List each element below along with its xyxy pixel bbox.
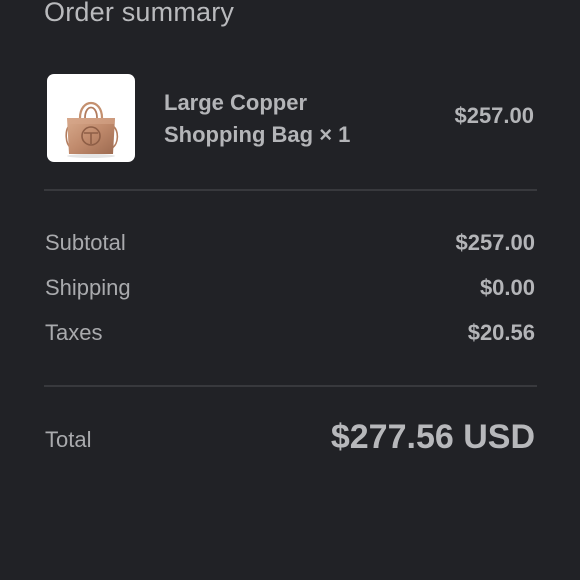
divider — [44, 385, 537, 387]
shipping-row: Shipping $0.00 — [44, 275, 536, 305]
taxes-row: Taxes $20.56 — [44, 320, 536, 350]
divider — [44, 189, 537, 191]
item-name: Large Copper Shopping Bag × 1 — [164, 90, 351, 147]
taxes-label: Taxes — [45, 320, 103, 345]
total-label: Total — [45, 427, 92, 452]
item-price: $257.00 — [454, 103, 534, 128]
total-row: Total $277.56 USD — [44, 418, 536, 468]
shipping-value: $0.00 — [479, 275, 535, 300]
shipping-label: Shipping — [45, 275, 131, 300]
copper-bag-icon — [65, 101, 119, 158]
subtotal-row: Subtotal $257.00 — [44, 230, 536, 260]
taxes-value: $20.56 — [467, 320, 535, 345]
line-item: Large Copper Shopping Bag × 1 $257.00 — [44, 72, 536, 166]
order-summary-panel: Order summary Large Copper Shopping Bag … — [0, 0, 580, 580]
page-title: Order summary — [44, 0, 235, 27]
product-thumbnail — [47, 74, 135, 162]
subtotal-value: $257.00 — [455, 230, 535, 255]
subtotal-label: Subtotal — [45, 230, 126, 255]
total-value: $277.56 USD — [330, 418, 535, 456]
